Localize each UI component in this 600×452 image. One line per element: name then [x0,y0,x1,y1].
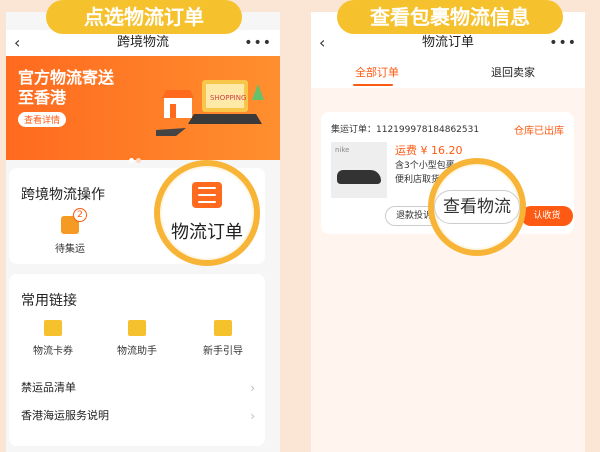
box-icon: 2 [61,208,87,234]
promo-banner[interactable]: 官方物流寄送至香港 查看详情 SHOPPING [6,56,280,163]
active-tab-indicator [353,84,393,86]
product-image[interactable]: nike [331,142,387,198]
banner-illustration-text: SHOPPING [210,94,246,102]
beginner-guide-link[interactable]: 新手引导 [203,320,243,357]
order-status: 仓库已出库 [514,126,564,137]
brand-logo: nike [335,146,350,154]
logistics-coupon-label: 物流卡券 [33,346,73,357]
logistics-coupon-link[interactable]: 物流卡券 [33,320,73,357]
left-heading-pill: 点选物流订单 [46,0,242,34]
view-logistics-button[interactable]: 查看物流 [434,190,520,224]
back-icon[interactable]: ‹ [319,30,325,56]
hk-sea-shipping-row[interactable]: 香港海运服务说明 › [21,406,255,426]
tab-all-orders[interactable]: 全部订单 [355,64,399,80]
logistics-order-magnifier[interactable]: 物流订单 [154,160,260,266]
links-title: 常用链接 [21,293,77,309]
carousel-dots [128,148,142,167]
coupon-icon [44,320,62,336]
chevron-right-icon: › [250,381,255,395]
view-logistics-magnifier[interactable]: 查看物流 [428,158,526,256]
hk-sea-shipping-label: 香港海运服务说明 [21,409,109,422]
order-number: 集运订单：112199978184862531 [331,125,480,135]
right-heading-pill: 查看包裹物流信息 [337,0,563,34]
tab-returned-to-seller[interactable]: 退回卖家 [491,64,535,80]
logistics-order-label: 物流订单 [171,222,243,243]
common-links-card: 常用链接 物流卡券 物流助手 新手引导 禁运品清单 › 香港海运服务说明 › [9,274,265,446]
prohibited-items-label: 禁运品清单 [21,381,76,394]
more-icon[interactable]: ••• [244,30,272,56]
shopping-laptop-illustration: SHOPPING [156,80,264,136]
book-icon [214,320,232,336]
pending-consolidation-item[interactable]: 2 待集运 [55,208,87,255]
page-title: 物流订单 [421,35,474,50]
back-icon[interactable]: ‹ [14,30,20,56]
page-title: 跨境物流 [116,35,169,50]
count-badge: 2 [73,208,87,222]
banner-details-button[interactable]: 查看详情 [18,112,67,127]
shoe-image [337,170,381,184]
chevron-right-icon: › [250,409,255,423]
confirm-receipt-button[interactable]: 认收货 [521,206,573,226]
order-list-icon [192,182,222,208]
logistics-helper-link[interactable]: 物流助手 [117,320,157,357]
banner-title: 官方物流寄送至香港 [18,68,115,107]
help-icon [128,320,146,336]
shipping-fee: 运费 ¥ 16.20 [395,144,463,157]
beginner-guide-label: 新手引导 [203,346,243,357]
logistics-helper-label: 物流助手 [117,346,157,357]
order-tabs: 全部订单 退回卖家 [311,56,585,88]
prohibited-items-row[interactable]: 禁运品清单 › [21,378,255,398]
pending-consolidation-label: 待集运 [55,244,85,255]
more-icon[interactable]: ••• [549,30,577,56]
